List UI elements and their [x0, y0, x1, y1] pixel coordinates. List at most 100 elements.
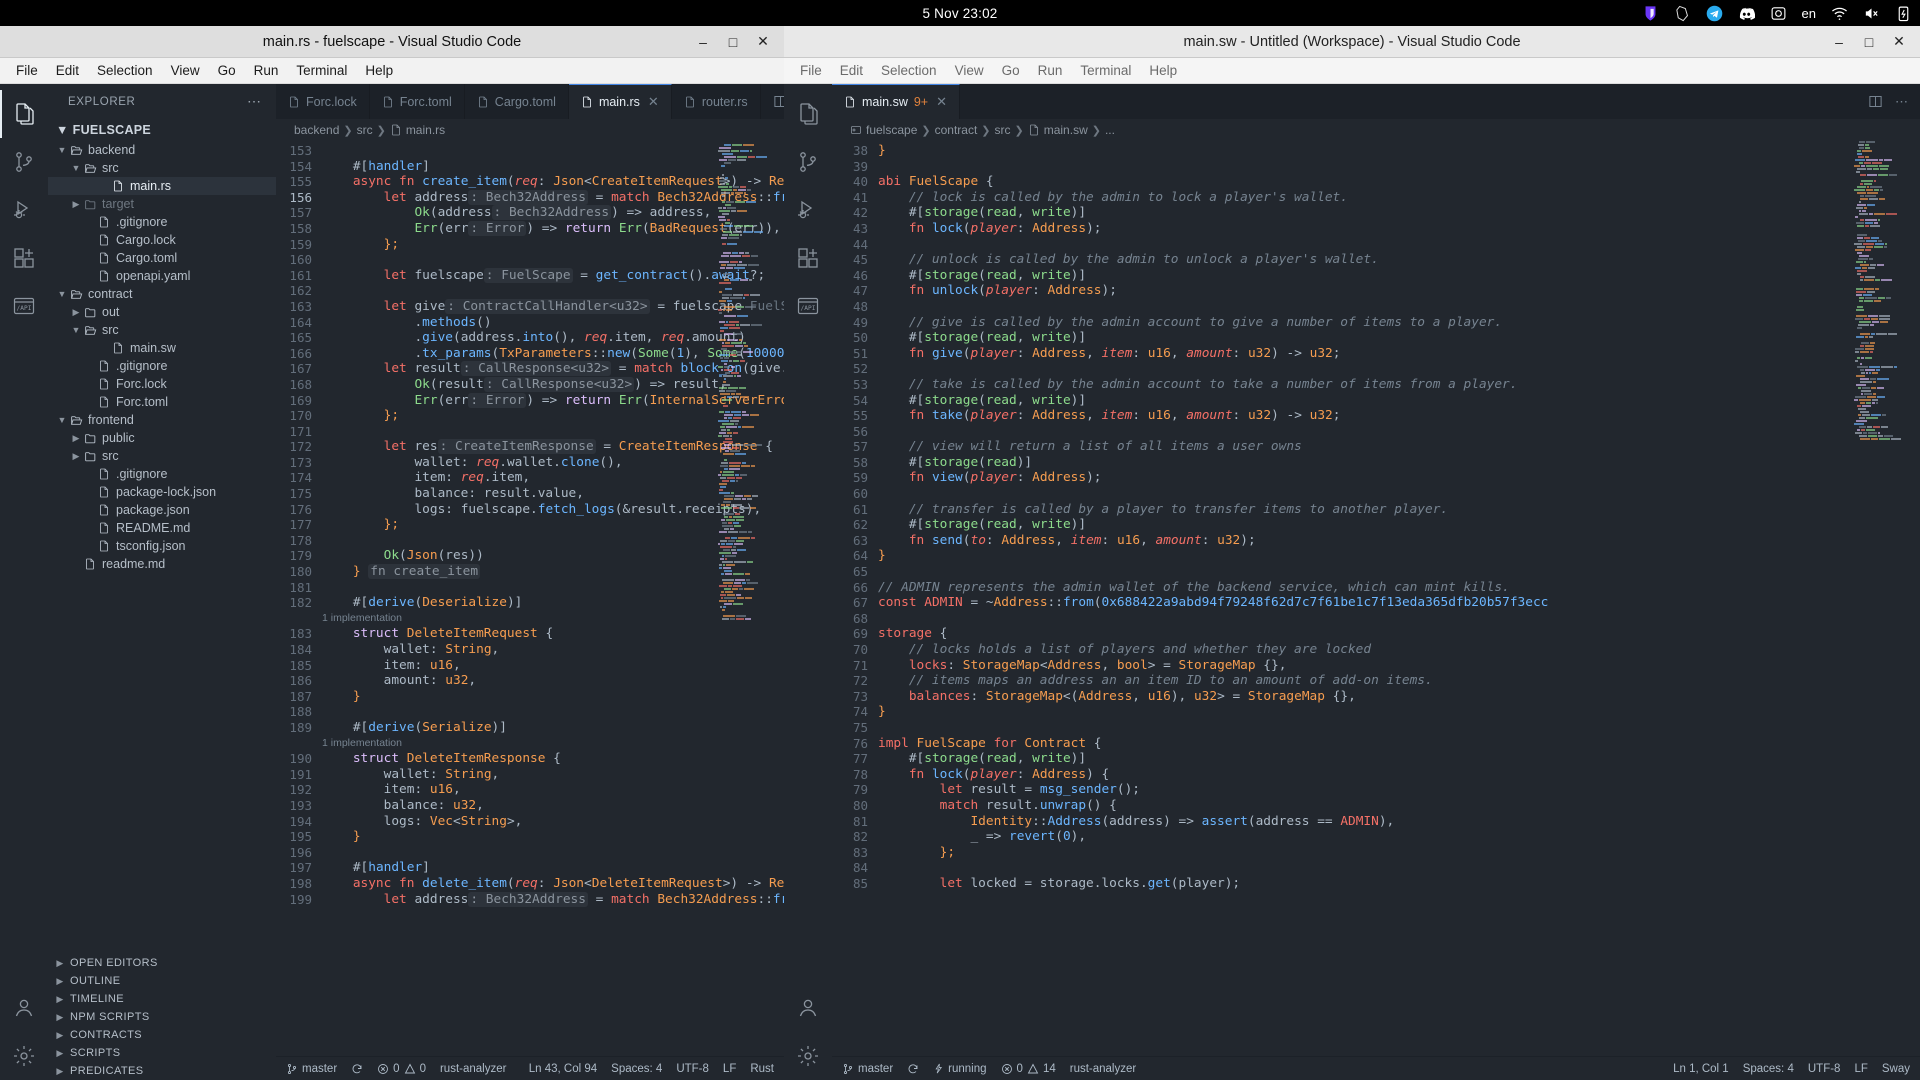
explorer-icon[interactable]: [784, 90, 832, 138]
code-line[interactable]: _ => revert(0),: [878, 829, 1920, 845]
code-line[interactable]: Identity::Address(address) => assert(add…: [878, 814, 1920, 830]
code-line[interactable]: [322, 533, 784, 549]
tree-item-package-lock-json[interactable]: package-lock.json: [48, 483, 276, 501]
code-line[interactable]: // lock is called by the admin to lock a…: [878, 190, 1920, 206]
explorer-icon[interactable]: [0, 90, 48, 138]
code-line[interactable]: }: [878, 704, 1920, 720]
code-line[interactable]: Err(err: Error) => return Err(InternalSe…: [322, 392, 784, 409]
sidebar-section-npm-scripts[interactable]: ▶ NPM SCRIPTS: [48, 1008, 276, 1026]
code-line[interactable]: [322, 424, 784, 440]
code-line[interactable]: };: [322, 237, 784, 253]
left-code-content[interactable]: #[handler] async fn create_item(req: Jso…: [322, 141, 784, 1056]
code-line[interactable]: [322, 704, 784, 720]
status-eol[interactable]: LF: [1854, 1063, 1867, 1075]
menu-go[interactable]: Go: [994, 61, 1028, 80]
code-line[interactable]: fn give(player: Address, item: u16, amou…: [878, 346, 1920, 362]
menu-selection[interactable]: Selection: [873, 61, 945, 80]
code-line[interactable]: item: req.item,: [322, 470, 784, 486]
status-sync-icon[interactable]: [351, 1063, 363, 1075]
tree-item-target[interactable]: ▶ target: [48, 195, 276, 213]
breadcrumb-mainrs[interactable]: main.rs: [406, 123, 445, 137]
code-line[interactable]: fn unlock(player: Address);: [878, 283, 1920, 299]
left-code-area[interactable]: 153 154 155 156 157 158 159 160 161 162 163 164 165 1…: [276, 141, 784, 1056]
status-branch[interactable]: master: [286, 1063, 337, 1075]
menu-view[interactable]: View: [163, 61, 208, 80]
tree-item-backend[interactable]: ▼ backend: [48, 141, 276, 159]
minimize-button[interactable]: –: [688, 29, 718, 55]
code-line[interactable]: Ok(Json(res)): [322, 548, 784, 564]
tree-item-contract[interactable]: ▼ contract: [48, 285, 276, 303]
split-editor-icon[interactable]: [1868, 94, 1883, 109]
sidebar-section-contracts[interactable]: ▶ CONTRACTS: [48, 1026, 276, 1044]
code-lens[interactable]: 1 implementation: [322, 611, 784, 627]
code-line[interactable]: impl FuelScape for Contract {: [878, 736, 1920, 752]
code-line[interactable]: [878, 361, 1920, 377]
code-line[interactable]: #[storage(read, write)]: [878, 268, 1920, 284]
code-line[interactable]: [878, 299, 1920, 315]
code-line[interactable]: const ADMIN = ~Address::from(0x688422a9a…: [878, 595, 1920, 611]
code-line[interactable]: struct DeleteItemResponse {: [322, 751, 784, 767]
maximize-button[interactable]: □: [718, 29, 748, 55]
tree-item--gitignore[interactable]: .gitignore: [48, 213, 276, 231]
editor-tab-cargo-toml[interactable]: Cargo.toml: [464, 84, 569, 119]
split-editor-icon[interactable]: [773, 94, 784, 109]
menu-terminal[interactable]: Terminal: [1072, 61, 1139, 80]
sidebar-section-predicates[interactable]: ▶ PREDICATES: [48, 1062, 276, 1080]
more-actions-icon[interactable]: ⋯: [1895, 94, 1908, 110]
code-line[interactable]: Err(err: Error) => return Err(BadRequest…: [322, 220, 784, 237]
code-line[interactable]: }: [878, 143, 1920, 159]
status-running-task[interactable]: running: [933, 1063, 987, 1075]
status-indentation[interactable]: Spaces: 4: [611, 1063, 662, 1075]
code-line[interactable]: wallet: req.wallet.clone(),: [322, 455, 784, 471]
status-language-mode[interactable]: Sway: [1882, 1063, 1910, 1075]
extensions-icon[interactable]: [784, 234, 832, 282]
code-line[interactable]: fn lock(player: Address);: [878, 221, 1920, 237]
menu-go[interactable]: Go: [210, 61, 244, 80]
code-line[interactable]: let fuelscape: FuelScape = get_contract(…: [322, 267, 784, 284]
code-line[interactable]: #[handler]: [322, 860, 784, 876]
discord-icon[interactable]: [1738, 5, 1755, 22]
sidebar-section-scripts[interactable]: ▶ SCRIPTS: [48, 1044, 276, 1062]
battery-charging-icon[interactable]: [1895, 5, 1912, 22]
status-cursor-position[interactable]: Ln 43, Col 94: [529, 1063, 597, 1075]
code-line[interactable]: item: u16,: [322, 782, 784, 798]
file-tree[interactable]: ▼ backend ▼ src main.rs ▶ target .gitignore Carg…: [48, 141, 276, 954]
right-code-area[interactable]: 38 39 40 41 42 43 44 45 46 47 48 49 50 51 52 53 54 55 56 57…: [832, 141, 1920, 1056]
telegram-icon[interactable]: [1706, 5, 1723, 22]
menu-selection[interactable]: Selection: [89, 61, 161, 80]
breadcrumb-src[interactable]: src: [357, 123, 373, 137]
breadcrumb-ellipsis[interactable]: ...: [1105, 123, 1115, 137]
code-line[interactable]: [878, 159, 1920, 175]
code-line[interactable]: logs: fuelscape.fetch_logs(&result.recei…: [322, 502, 784, 518]
source-control-icon[interactable]: [0, 138, 48, 186]
status-language-server[interactable]: rust-analyzer: [1070, 1063, 1136, 1075]
code-line[interactable]: #[handler]: [322, 159, 784, 175]
code-line[interactable]: .give(address.into(), req.item, req.amou…: [322, 330, 784, 346]
bitwarden-icon[interactable]: [1642, 5, 1659, 22]
tree-item-src[interactable]: ▼ src: [48, 321, 276, 339]
breadcrumb-contract[interactable]: contract: [935, 123, 978, 137]
code-line[interactable]: #[storage(read)]: [878, 455, 1920, 471]
code-line[interactable]: #[derive(Deserialize)]: [322, 595, 784, 611]
code-line[interactable]: // ADMIN represents the admin wallet of …: [878, 580, 1920, 596]
keyboard-layout-indicator[interactable]: en: [1802, 6, 1816, 21]
close-icon[interactable]: ✕: [648, 94, 659, 110]
editor-tab-main-rs[interactable]: main.rs ✕: [568, 84, 672, 119]
status-cursor-position[interactable]: Ln 1, Col 1: [1673, 1063, 1729, 1075]
status-indentation[interactable]: Spaces: 4: [1743, 1063, 1794, 1075]
code-line[interactable]: logs: Vec<String>,: [322, 814, 784, 830]
code-line[interactable]: let result = msg_sender();: [878, 782, 1920, 798]
tree-item-cargo-toml[interactable]: Cargo.toml: [48, 249, 276, 267]
code-line[interactable]: };: [322, 517, 784, 533]
status-branch[interactable]: master: [842, 1063, 893, 1075]
code-line[interactable]: #[storage(read, write)]: [878, 330, 1920, 346]
close-icon[interactable]: ✕: [936, 94, 947, 110]
code-line[interactable]: let locked = storage.locks.get(player);: [878, 876, 1920, 892]
breadcrumb-mainsw[interactable]: main.sw: [1044, 123, 1088, 137]
code-line[interactable]: locks: StorageMap<Address, bool> = Stora…: [878, 658, 1920, 674]
tree-item-public[interactable]: ▶ public: [48, 429, 276, 447]
code-line[interactable]: let res: CreateItemResponse = CreateItem…: [322, 439, 784, 455]
code-line[interactable]: .tx_params(TxParameters::new(Some(1), So…: [322, 346, 784, 362]
editor-tab-router-rs[interactable]: router.rs: [671, 84, 761, 119]
code-line[interactable]: [322, 252, 784, 268]
